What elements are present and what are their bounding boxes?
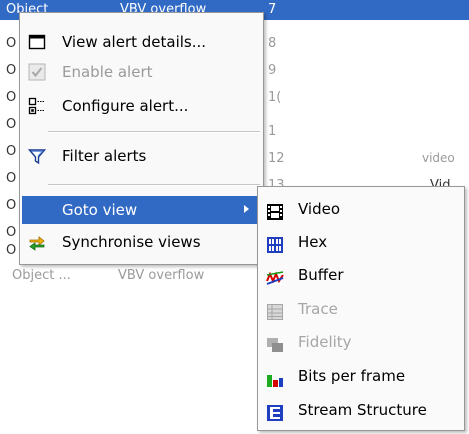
fidelity-icon: [266, 333, 284, 352]
sync-arrows-icon: [28, 233, 46, 251]
bar-chart-icon: [266, 367, 284, 387]
list-cell: 1: [268, 124, 277, 139]
film-icon: [266, 200, 284, 220]
menu-item-synchronise-views[interactable]: Synchronise views: [22, 229, 261, 255]
hex-icon: [266, 233, 284, 253]
menu-item-label: Goto view: [62, 201, 138, 219]
submenu-item-label: Buffer: [298, 266, 344, 284]
filter-icon: [27, 147, 47, 165]
list-cell: O: [6, 243, 17, 258]
menu-separator: [48, 131, 260, 133]
checkmark-icon: [28, 63, 46, 81]
submenu-item-video[interactable]: Video: [260, 193, 462, 225]
submenu-item-label: Fidelity: [298, 333, 352, 351]
menu-separator: [48, 184, 260, 186]
goto-view-submenu: Video Hex Buffer Trace Fidelity Bits per…: [257, 186, 465, 431]
list-cell: VBV overflow: [118, 268, 205, 283]
list-cell: 12: [268, 151, 285, 166]
submenu-item-hex[interactable]: Hex: [260, 226, 462, 258]
menu-item-configure-alert[interactable]: Configure alert...: [22, 93, 261, 119]
structure-icon: [266, 401, 284, 421]
submenu-item-bits-per-frame[interactable]: Bits per frame: [260, 360, 462, 392]
menu-item-view-alert-details[interactable]: View alert details...: [22, 29, 261, 55]
menu-item-goto-view[interactable]: Goto view: [22, 196, 261, 224]
list-cell: 8: [268, 36, 277, 51]
table-icon: [266, 300, 284, 320]
window-icon: [28, 33, 46, 51]
buffer-graph-icon: [266, 266, 284, 285]
list-cell: O: [6, 117, 17, 132]
list-cell: O: [6, 171, 17, 186]
header-cell-num: 7: [268, 2, 277, 17]
list-cell: Object ...: [12, 268, 71, 283]
submenu-item-buffer[interactable]: Buffer: [260, 259, 462, 291]
list-cell: 1(: [268, 90, 282, 105]
menu-item-label: Synchronise views: [62, 233, 201, 251]
list-cell: video: [422, 151, 455, 165]
configure-icon: [28, 97, 46, 115]
submenu-item-trace[interactable]: Trace: [260, 293, 462, 325]
submenu-item-label: Stream Structure: [298, 401, 427, 419]
menu-item-filter-alerts[interactable]: Filter alerts: [22, 143, 261, 169]
menu-item-label: Configure alert...: [62, 97, 189, 115]
submenu-item-label: Bits per frame: [298, 367, 406, 385]
menu-item-enable-alert[interactable]: Enable alert: [22, 59, 261, 85]
list-cell: O: [6, 198, 17, 213]
menu-item-label: View alert details...: [62, 33, 207, 51]
context-menu: View alert details... Enable alert Confi…: [19, 12, 264, 265]
list-cell: O: [6, 225, 17, 240]
menu-item-label: Enable alert: [62, 63, 153, 81]
submenu-item-stream-structure[interactable]: Stream Structure: [260, 394, 462, 426]
list-cell: O: [6, 36, 17, 51]
list-cell: 9: [268, 63, 277, 78]
submenu-item-label: Trace: [298, 300, 338, 318]
menu-item-label: Filter alerts: [62, 147, 147, 165]
submenu-item-fidelity[interactable]: Fidelity: [260, 326, 462, 358]
submenu-item-label: Video: [298, 200, 341, 218]
submenu-item-label: Hex: [298, 233, 328, 251]
list-cell: O: [6, 90, 17, 105]
list-cell: O: [6, 63, 17, 78]
list-cell: O: [6, 144, 17, 159]
submenu-arrow-icon: [244, 205, 249, 213]
